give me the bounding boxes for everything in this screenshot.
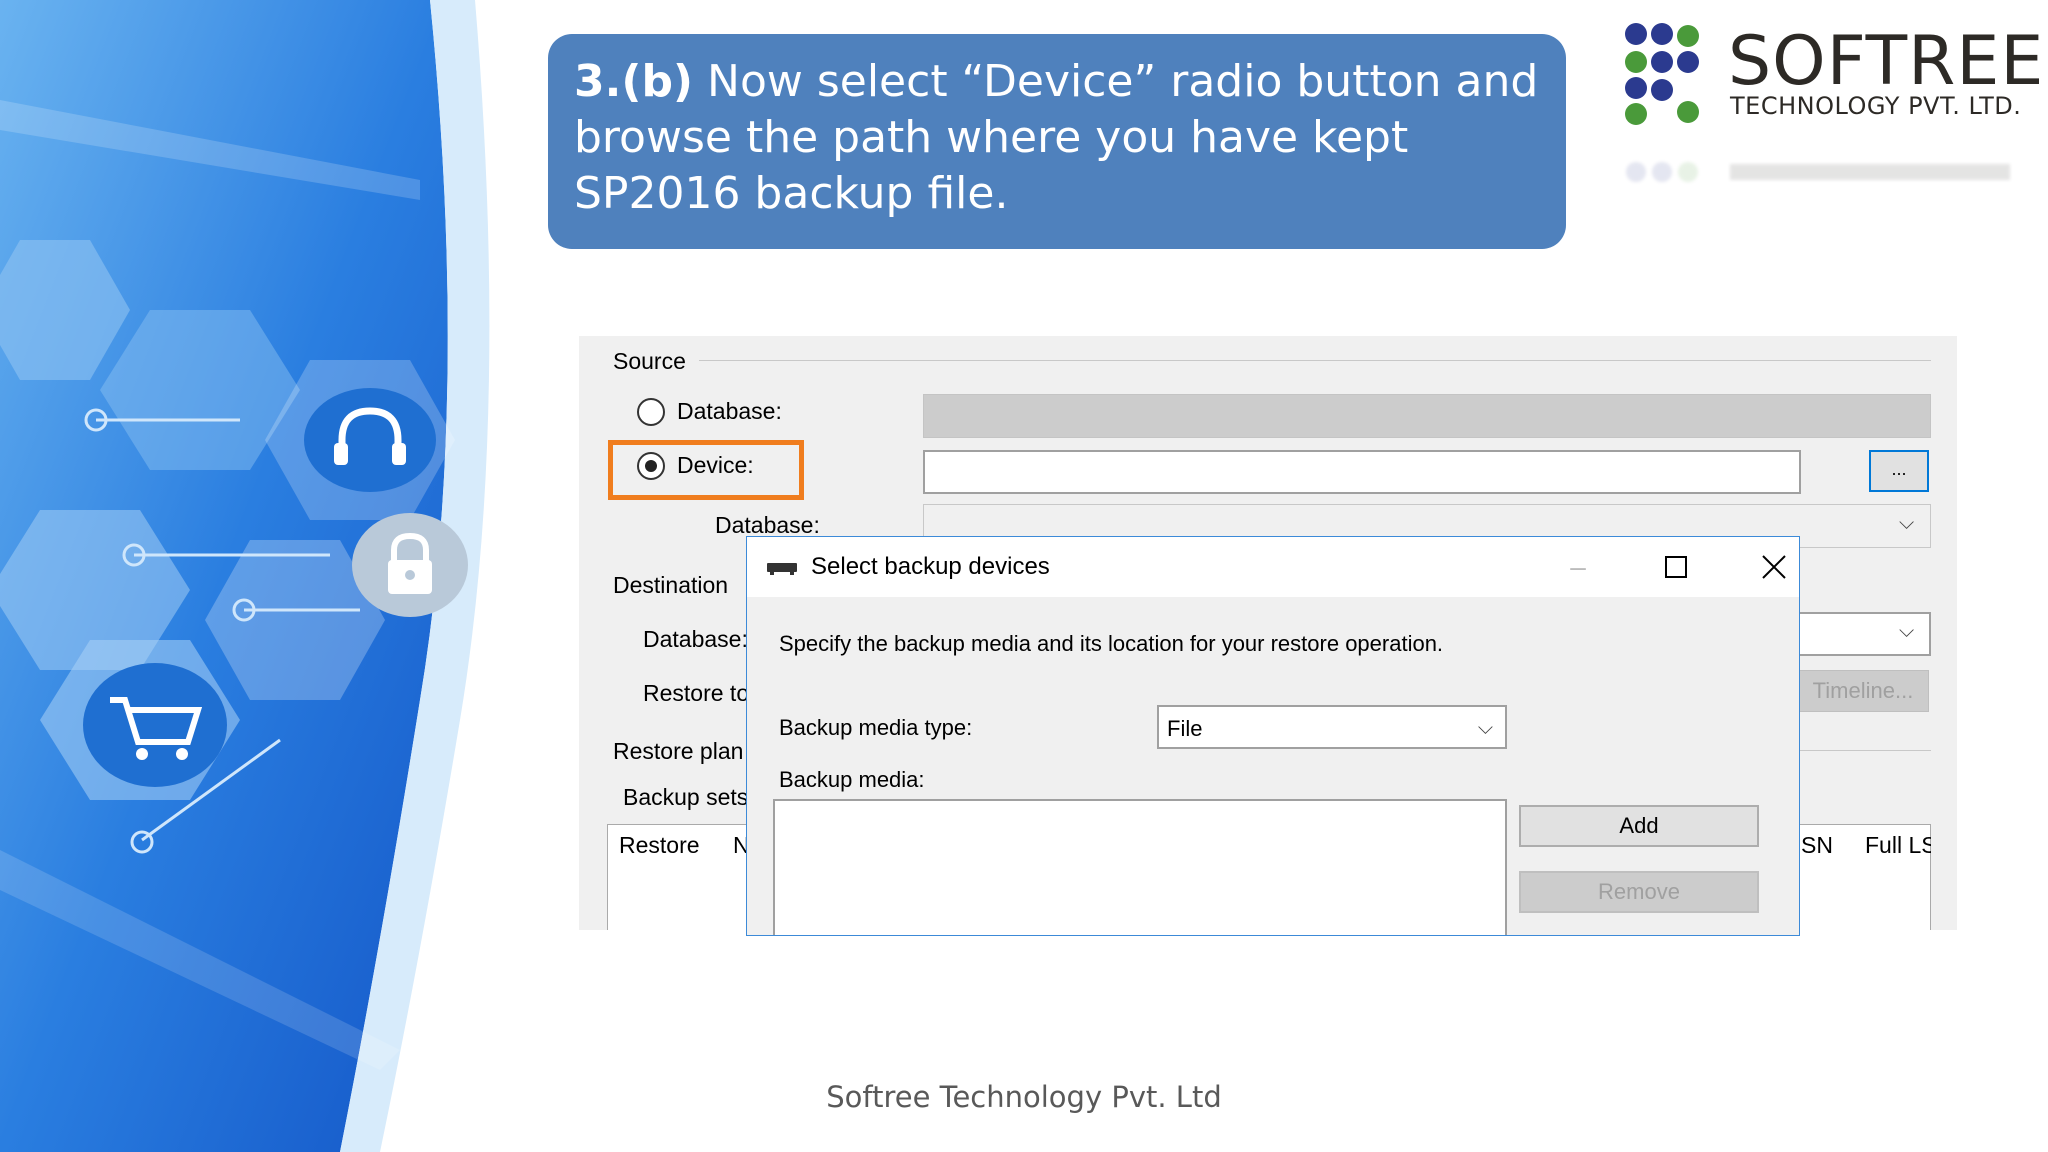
step-number: 3.(b) [574, 56, 694, 107]
restore-to-label: Restore to [643, 680, 750, 706]
headphones-icon [304, 388, 436, 492]
source-database-label: Database: [715, 512, 820, 538]
source-database-combo[interactable] [923, 394, 1931, 438]
destination-group-label: Destination [613, 572, 729, 598]
logo-name: SOFTREE [1728, 22, 2045, 101]
device-radio-label: Device: [677, 452, 754, 478]
device-path-input[interactable] [923, 450, 1801, 494]
source-group-label: Source [613, 348, 686, 374]
dialog-titlebar[interactable]: Select backup devices – [747, 537, 1799, 597]
column-header-restore: Restore [619, 832, 700, 858]
backup-media-list[interactable] [773, 799, 1507, 935]
chevron-down-icon: ⌵ [1899, 512, 1915, 534]
timeline-button[interactable]: Timeline... [1797, 670, 1929, 712]
minimize-button[interactable]: – [1553, 547, 1603, 587]
column-header-full-lsn: Full LS [1865, 832, 1931, 858]
dest-database-label: Database: [643, 626, 748, 652]
media-type-select[interactable]: File ⌵ [1157, 705, 1507, 749]
close-button[interactable] [1749, 547, 1799, 587]
shopping-cart-icon [83, 663, 227, 787]
backup-media-label: Backup media: [779, 767, 925, 792]
tape-drive-icon [767, 563, 797, 575]
restore-plan-label: Restore plan [613, 738, 744, 764]
chevron-down-icon: ⌵ [1477, 717, 1493, 739]
maximize-icon [1665, 556, 1687, 578]
source-divider [699, 360, 1931, 361]
dialog-description: Specify the backup media and its locatio… [779, 631, 1444, 656]
restore-plan-divider [1797, 750, 1931, 751]
blue-hexagon-background [0, 0, 490, 1152]
logo-subtitle: TECHNOLOGY PVT. LTD. [1730, 92, 2022, 120]
footer-text: Softree Technology Pvt. Ltd [826, 1080, 1222, 1114]
instruction-callout: 3.(b) Now select “Device” radio button a… [548, 34, 1566, 249]
add-button[interactable]: Add [1519, 805, 1759, 847]
browse-button[interactable]: ... [1869, 450, 1929, 492]
remove-button[interactable]: Remove [1519, 871, 1759, 913]
dialog-title: Select backup devices [811, 553, 1050, 580]
decorative-side-panel [0, 0, 560, 1152]
company-logo: SOFTREE TECHNOLOGY PVT. LTD. [1622, 22, 2043, 132]
media-type-label: Backup media type: [779, 715, 973, 740]
database-radio[interactable] [637, 398, 665, 426]
backup-sets-label: Backup sets [623, 784, 749, 810]
maximize-button[interactable] [1651, 547, 1701, 587]
database-radio-label: Database: [677, 398, 782, 424]
close-icon [1762, 555, 1786, 579]
logo-dots-icon [1625, 23, 1699, 125]
select-backup-devices-dialog: Select backup devices – Specify the back… [746, 536, 1800, 936]
logo-reflection [1626, 162, 2010, 182]
lock-icon [352, 513, 468, 617]
chevron-down-icon: ⌵ [1899, 620, 1915, 642]
column-header-lsn: SN [1801, 832, 1833, 858]
media-type-value: File [1167, 716, 1203, 741]
device-radio[interactable] [637, 452, 665, 480]
instruction-text: Now select “Device” radio button and bro… [574, 56, 1539, 219]
